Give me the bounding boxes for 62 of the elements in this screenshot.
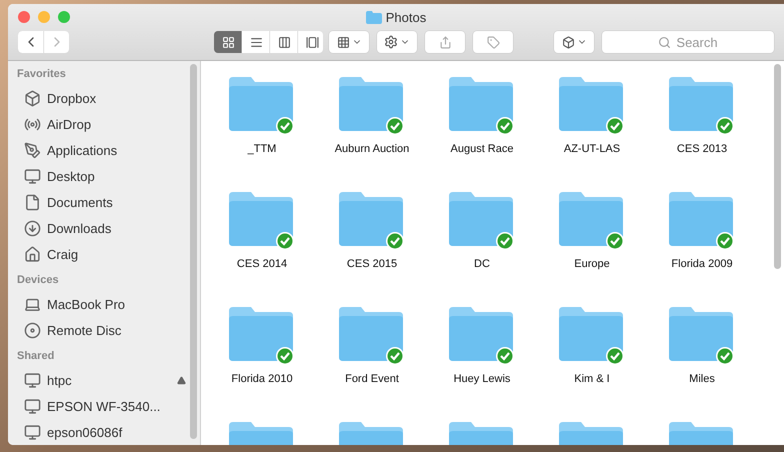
grid-icon (336, 36, 350, 48)
folder-name[interactable]: Florida 2009 (671, 258, 733, 270)
folder-name[interactable]: Ford Event (345, 373, 399, 385)
window-title: Photos (386, 10, 426, 24)
folder-name[interactable]: Florida 2010 (231, 373, 293, 385)
share-icon (438, 36, 452, 48)
columns-view-icon (278, 36, 291, 48)
gear-icon (384, 35, 398, 49)
list-view-icon (250, 36, 263, 48)
sidebar-section-title: Favorites (17, 68, 67, 82)
folder-name[interactable]: Kim & I (574, 373, 610, 385)
arrange-button[interactable] (329, 31, 370, 53)
desktop-icon (24, 168, 41, 184)
folder-name[interactable]: AZ-UT-LAS (564, 143, 620, 155)
sidebar-item[interactable]: epson06086f (47, 424, 122, 440)
folder-name[interactable]: Auburn Auction (334, 143, 410, 155)
sidebar-item[interactable]: htpc (47, 372, 72, 388)
home-icon (24, 246, 41, 262)
scrollbar[interactable] (190, 64, 197, 439)
search-icon (658, 36, 672, 49)
sidebar-item[interactable]: Craig (47, 246, 78, 262)
icons-view-icon (222, 36, 235, 48)
folder-name[interactable]: Huey Lewis (454, 373, 510, 385)
back-button[interactable] (18, 31, 44, 53)
view-mode-button[interactable] (270, 31, 298, 53)
sidebar-item[interactable]: MacBook Pro (47, 296, 126, 312)
disc-icon (24, 322, 41, 338)
sidebar-item[interactable]: AirDrop (47, 116, 92, 132)
sidebar-item[interactable]: Documents (47, 194, 113, 210)
box-icon (562, 36, 575, 48)
sidebar-item[interactable]: Downloads (47, 220, 112, 236)
tag-icon (486, 36, 500, 48)
monitor-icon (24, 372, 41, 388)
monitor-icon (24, 424, 41, 440)
folder-icon (366, 10, 382, 24)
folder-name[interactable]: Europe (574, 258, 610, 270)
downloads-icon (24, 220, 41, 236)
folder-name[interactable]: _TTM (248, 143, 276, 155)
view-mode-button[interactable] (242, 31, 270, 53)
folder-name[interactable]: CES 2015 (346, 258, 398, 270)
folder-name[interactable]: Miles (689, 373, 715, 385)
folder-name[interactable]: DC (474, 258, 490, 270)
sidebar-item[interactable]: EPSON WF-3540... (47, 398, 160, 414)
documents-icon (24, 194, 41, 210)
scrollbar[interactable] (774, 64, 781, 269)
sidebar-item[interactable]: Dropbox (47, 90, 96, 106)
sidebar-item[interactable]: Applications (47, 142, 118, 158)
sidebar-item[interactable]: Desktop (47, 168, 95, 184)
coverflow-view-icon (306, 36, 319, 48)
sidebar-item[interactable]: Remote Disc (47, 322, 122, 338)
monitor-icon (24, 398, 41, 414)
folder-name[interactable]: CES 2013 (676, 143, 728, 155)
eject-icon[interactable] (177, 376, 186, 384)
sidebar-section-title: Shared (17, 350, 56, 364)
search-field[interactable]: Search (602, 31, 774, 53)
folder-name[interactable]: August Race (450, 143, 514, 155)
dropbox-button[interactable] (554, 31, 594, 53)
sidebar-section-title: Devices (17, 274, 60, 288)
folder-name[interactable]: CES 2014 (236, 258, 288, 270)
settings-button[interactable] (377, 31, 418, 53)
view-mode-button[interactable] (214, 31, 242, 53)
view-mode-button[interactable] (298, 31, 324, 53)
